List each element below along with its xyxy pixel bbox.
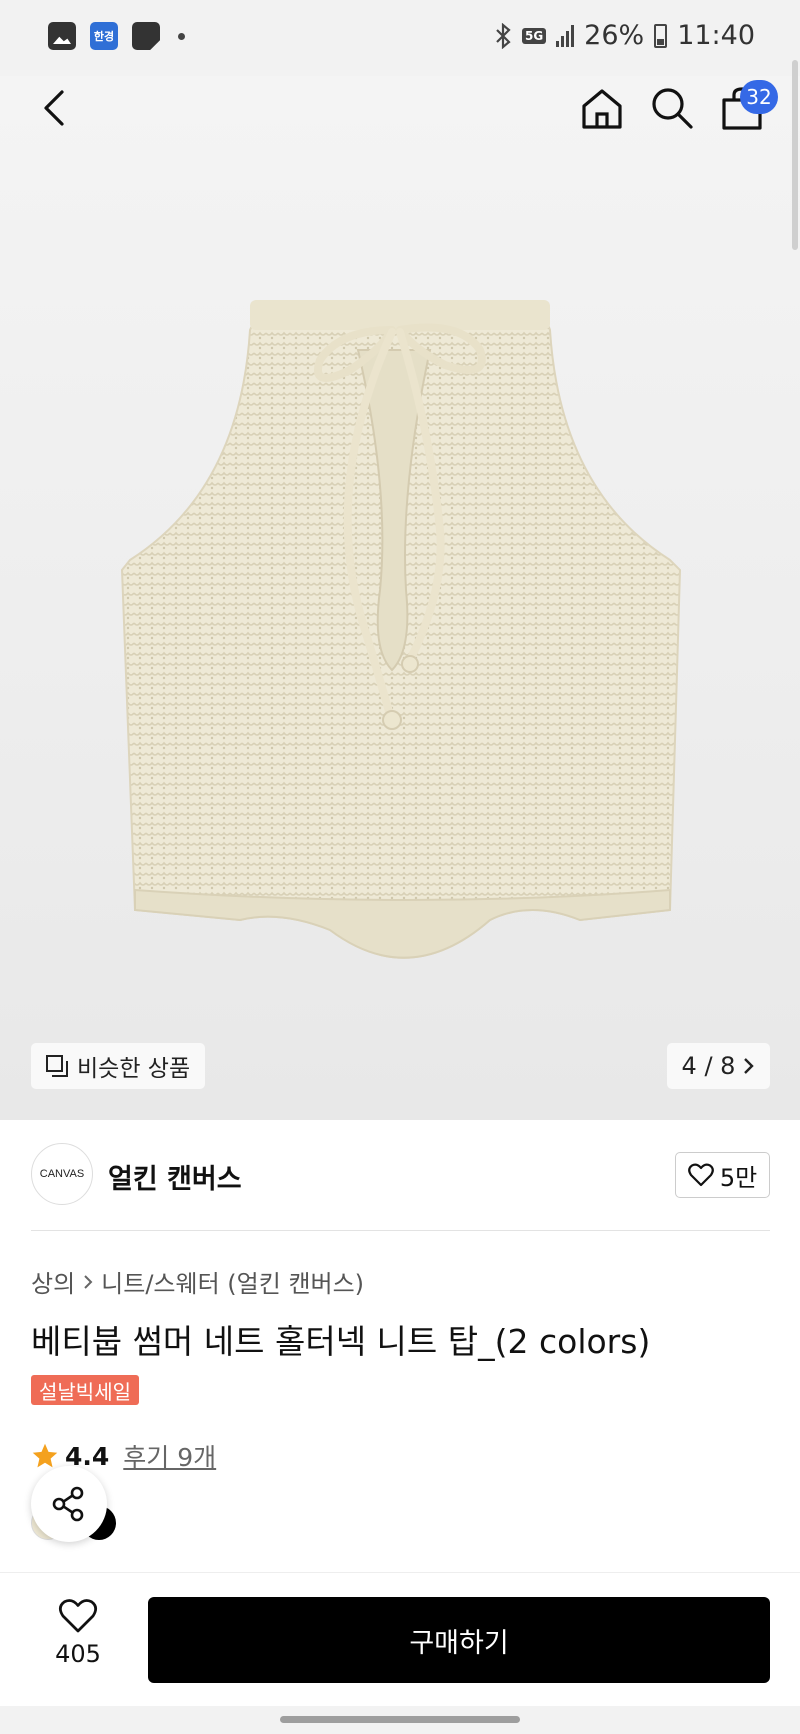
network-type: 5G	[521, 27, 547, 44]
product-image[interactable]	[110, 290, 690, 990]
page-indicator: 4 / 8	[681, 1052, 736, 1080]
clock: 11:40	[677, 20, 755, 51]
scrollbar[interactable]	[792, 60, 798, 250]
cart-count-badge: 32	[740, 80, 778, 114]
reviews-link[interactable]: 후기 9개	[123, 1438, 216, 1474]
bluetooth-icon	[496, 22, 511, 49]
heart-icon	[687, 1163, 714, 1187]
hankyung-notification-icon: 한경	[90, 22, 118, 50]
note-notification-icon	[132, 22, 160, 50]
battery-icon	[654, 23, 668, 48]
search-icon	[652, 88, 693, 129]
back-arrow-icon	[44, 90, 64, 126]
similar-products-icon	[46, 1055, 68, 1077]
search-button[interactable]	[644, 80, 700, 136]
buy-button[interactable]: 구매하기	[148, 1597, 770, 1683]
chevron-right-icon	[744, 1058, 755, 1074]
home-indicator[interactable]	[280, 1716, 520, 1723]
breadcrumb-category[interactable]: 상의	[31, 1264, 75, 1299]
brand-like-button[interactable]: 5만	[675, 1152, 770, 1198]
signal-icon	[556, 24, 575, 47]
breadcrumb: 상의 니트/스웨터 (얼킨 캔버스)	[31, 1264, 364, 1299]
wishlist-button[interactable]: 405	[40, 1598, 116, 1668]
chevron-right-icon	[84, 1274, 93, 1289]
divider	[31, 1230, 770, 1231]
wishlist-count: 405	[55, 1640, 101, 1668]
sale-tag: 설날빅세일	[31, 1375, 139, 1405]
gallery-notification-icon	[48, 22, 76, 50]
similar-products-label: 비슷한 상품	[77, 1056, 191, 1082]
back-button[interactable]	[27, 80, 83, 136]
share-button[interactable]	[31, 1466, 107, 1542]
battery-percent: 26%	[584, 20, 645, 51]
breadcrumb-subcategory[interactable]: 니트/스웨터 (얼킨 캔버스)	[101, 1264, 364, 1299]
image-pager[interactable]: 4 / 8	[667, 1043, 770, 1089]
product-title: 베티붑 썸머 네트 홀터넥 니트 탑_(2 colors)	[31, 1322, 651, 1361]
heart-icon	[59, 1599, 97, 1633]
star-icon	[32, 1443, 58, 1468]
brand-logo[interactable]: CANVAS	[31, 1143, 93, 1205]
share-icon	[52, 1486, 84, 1522]
status-bar: 한경 5G 26% 11:40	[0, 0, 800, 76]
brand-like-count: 5만	[719, 1163, 758, 1192]
home-icon	[582, 89, 622, 129]
more-notifications-icon	[178, 32, 185, 40]
similar-products-button[interactable]: 비슷한 상품	[31, 1043, 205, 1089]
brand-name[interactable]: 얼킨 캔버스	[108, 1157, 242, 1196]
home-button[interactable]	[574, 80, 630, 136]
